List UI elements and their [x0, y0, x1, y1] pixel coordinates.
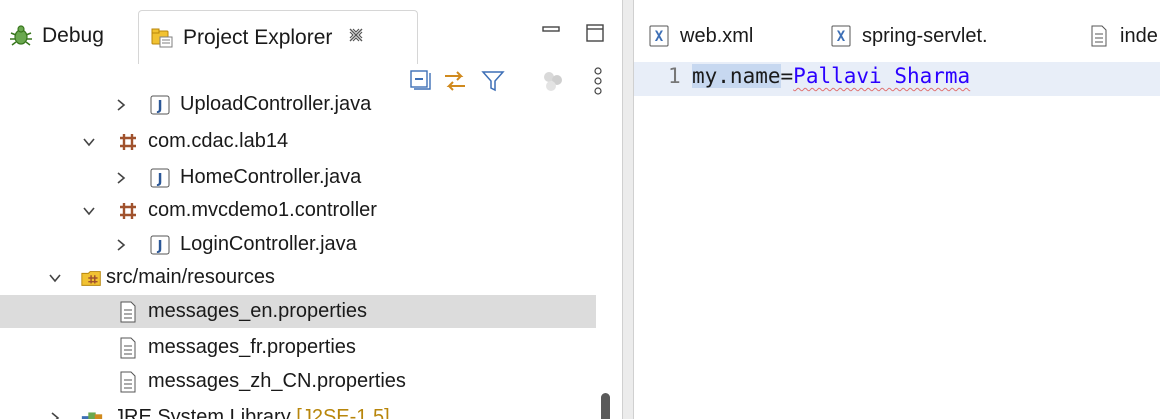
editor-area: X web.xml X spring-servlet. inde 1 my.na… — [634, 0, 1160, 419]
tree-row-messages-fr[interactable]: messages_fr.properties — [0, 331, 596, 364]
chevron-right-icon[interactable] — [112, 236, 130, 254]
tree-row-messages-en[interactable]: messages_en.properties — [0, 295, 596, 328]
code-line[interactable]: my.name=Pallavi Sharma — [692, 64, 970, 88]
tree-row-messages-zh-cn[interactable]: messages_zh_CN.properties — [0, 365, 596, 398]
scrollbar-thumb[interactable] — [601, 393, 610, 419]
editor-tab-label: web.xml — [680, 24, 754, 47]
tab-project-explorer[interactable]: Project Explorer — [138, 10, 418, 64]
svg-text:X: X — [837, 29, 846, 45]
minimize-icon[interactable] — [540, 22, 562, 44]
property-value: Pallavi Sharma — [793, 64, 971, 88]
tree-row-upload-controller[interactable]: J UploadController.java — [0, 88, 596, 121]
tab-debug[interactable]: Debug — [8, 18, 104, 54]
property-key: my.name — [692, 64, 781, 88]
editor-tab-label: spring-servlet. — [862, 24, 988, 47]
tree-row-label: LoginController.java — [180, 233, 357, 255]
text-editor[interactable]: 1 my.name=Pallavi Sharma — [634, 62, 1160, 419]
chevron-right-icon[interactable] — [112, 96, 130, 114]
svg-text:X: X — [655, 29, 664, 45]
tree-row-label: com.cdac.lab14 — [148, 130, 289, 152]
tree-row-src-main-resources[interactable]: src/main/resources — [0, 261, 596, 294]
editor-tab-bar: X web.xml X spring-servlet. inde — [634, 0, 1160, 62]
tree-row-package-mvcdemo1-controller[interactable]: com.mvcdemo1.controller — [0, 194, 596, 227]
tree-row-label: messages_zh_CN.properties — [148, 370, 406, 392]
properties-file-icon — [116, 336, 140, 360]
tree-row-decoration: [J2SE-1.5] — [296, 406, 390, 419]
debug-bug-icon — [8, 23, 34, 49]
project-tree: J UploadController.java com.cdac.lab14 J… — [0, 93, 596, 419]
tree-row-label: JRE System Library — [114, 406, 291, 419]
tree-row-label: com.mvcdemo1.controller — [148, 199, 377, 221]
java-file-icon: J — [148, 166, 172, 190]
chevron-right-icon[interactable] — [46, 409, 64, 419]
tree-row-label: src/main/resources — [106, 266, 275, 288]
project-explorer-view: Debug Project Explorer J UploadControlle… — [0, 0, 622, 419]
properties-file-icon — [116, 300, 140, 324]
library-icon — [80, 406, 104, 419]
chevron-down-icon[interactable] — [46, 269, 64, 287]
source-folder-icon — [80, 266, 104, 290]
editor-tab-index[interactable]: inde — [1088, 18, 1158, 54]
editor-tab-label: inde — [1120, 24, 1158, 47]
editor-tab-spring-servlet[interactable]: X spring-servlet. — [830, 18, 988, 54]
tab-project-explorer-label: Project Explorer — [183, 25, 333, 49]
svg-text:J: J — [157, 239, 163, 254]
xml-file-icon: X — [648, 24, 670, 48]
chevron-down-icon[interactable] — [80, 133, 98, 151]
property-separator: = — [780, 64, 794, 88]
pane-divider[interactable] — [622, 0, 634, 419]
maximize-icon[interactable] — [584, 22, 606, 44]
text-file-icon — [1088, 24, 1110, 48]
tree-row-home-controller[interactable]: J HomeController.java — [0, 161, 596, 194]
tree-row-login-controller[interactable]: J LoginController.java — [0, 228, 596, 261]
package-icon — [116, 130, 140, 154]
tree-row-label: messages_en.properties — [148, 300, 368, 322]
view-tab-bar: Debug Project Explorer — [0, 0, 622, 70]
tree-row-package-cdac-lab14[interactable]: com.cdac.lab14 — [0, 125, 596, 158]
svg-text:J: J — [157, 172, 163, 187]
editor-tab-web-xml[interactable]: X web.xml — [648, 18, 753, 54]
chevron-right-icon[interactable] — [112, 169, 130, 187]
svg-text:J: J — [157, 99, 163, 114]
tab-debug-label: Debug — [42, 24, 104, 47]
chevron-down-icon[interactable] — [80, 202, 98, 220]
tree-row-label: UploadController.java — [180, 93, 372, 115]
tree-row-label: HomeController.java — [180, 166, 362, 188]
line-number: 1 — [668, 64, 681, 88]
java-file-icon: J — [148, 93, 172, 117]
project-explorer-icon — [149, 25, 175, 51]
close-icon[interactable] — [346, 25, 366, 51]
tree-row-label: messages_fr.properties — [148, 336, 356, 358]
properties-file-icon — [116, 370, 140, 394]
tree-row-jre-system-library[interactable]: JRE System Library [J2SE-1.5] — [0, 401, 596, 419]
xml-file-icon: X — [830, 24, 852, 48]
tree-scrollbar[interactable] — [596, 95, 622, 419]
java-file-icon: J — [148, 233, 172, 257]
package-icon — [116, 199, 140, 223]
